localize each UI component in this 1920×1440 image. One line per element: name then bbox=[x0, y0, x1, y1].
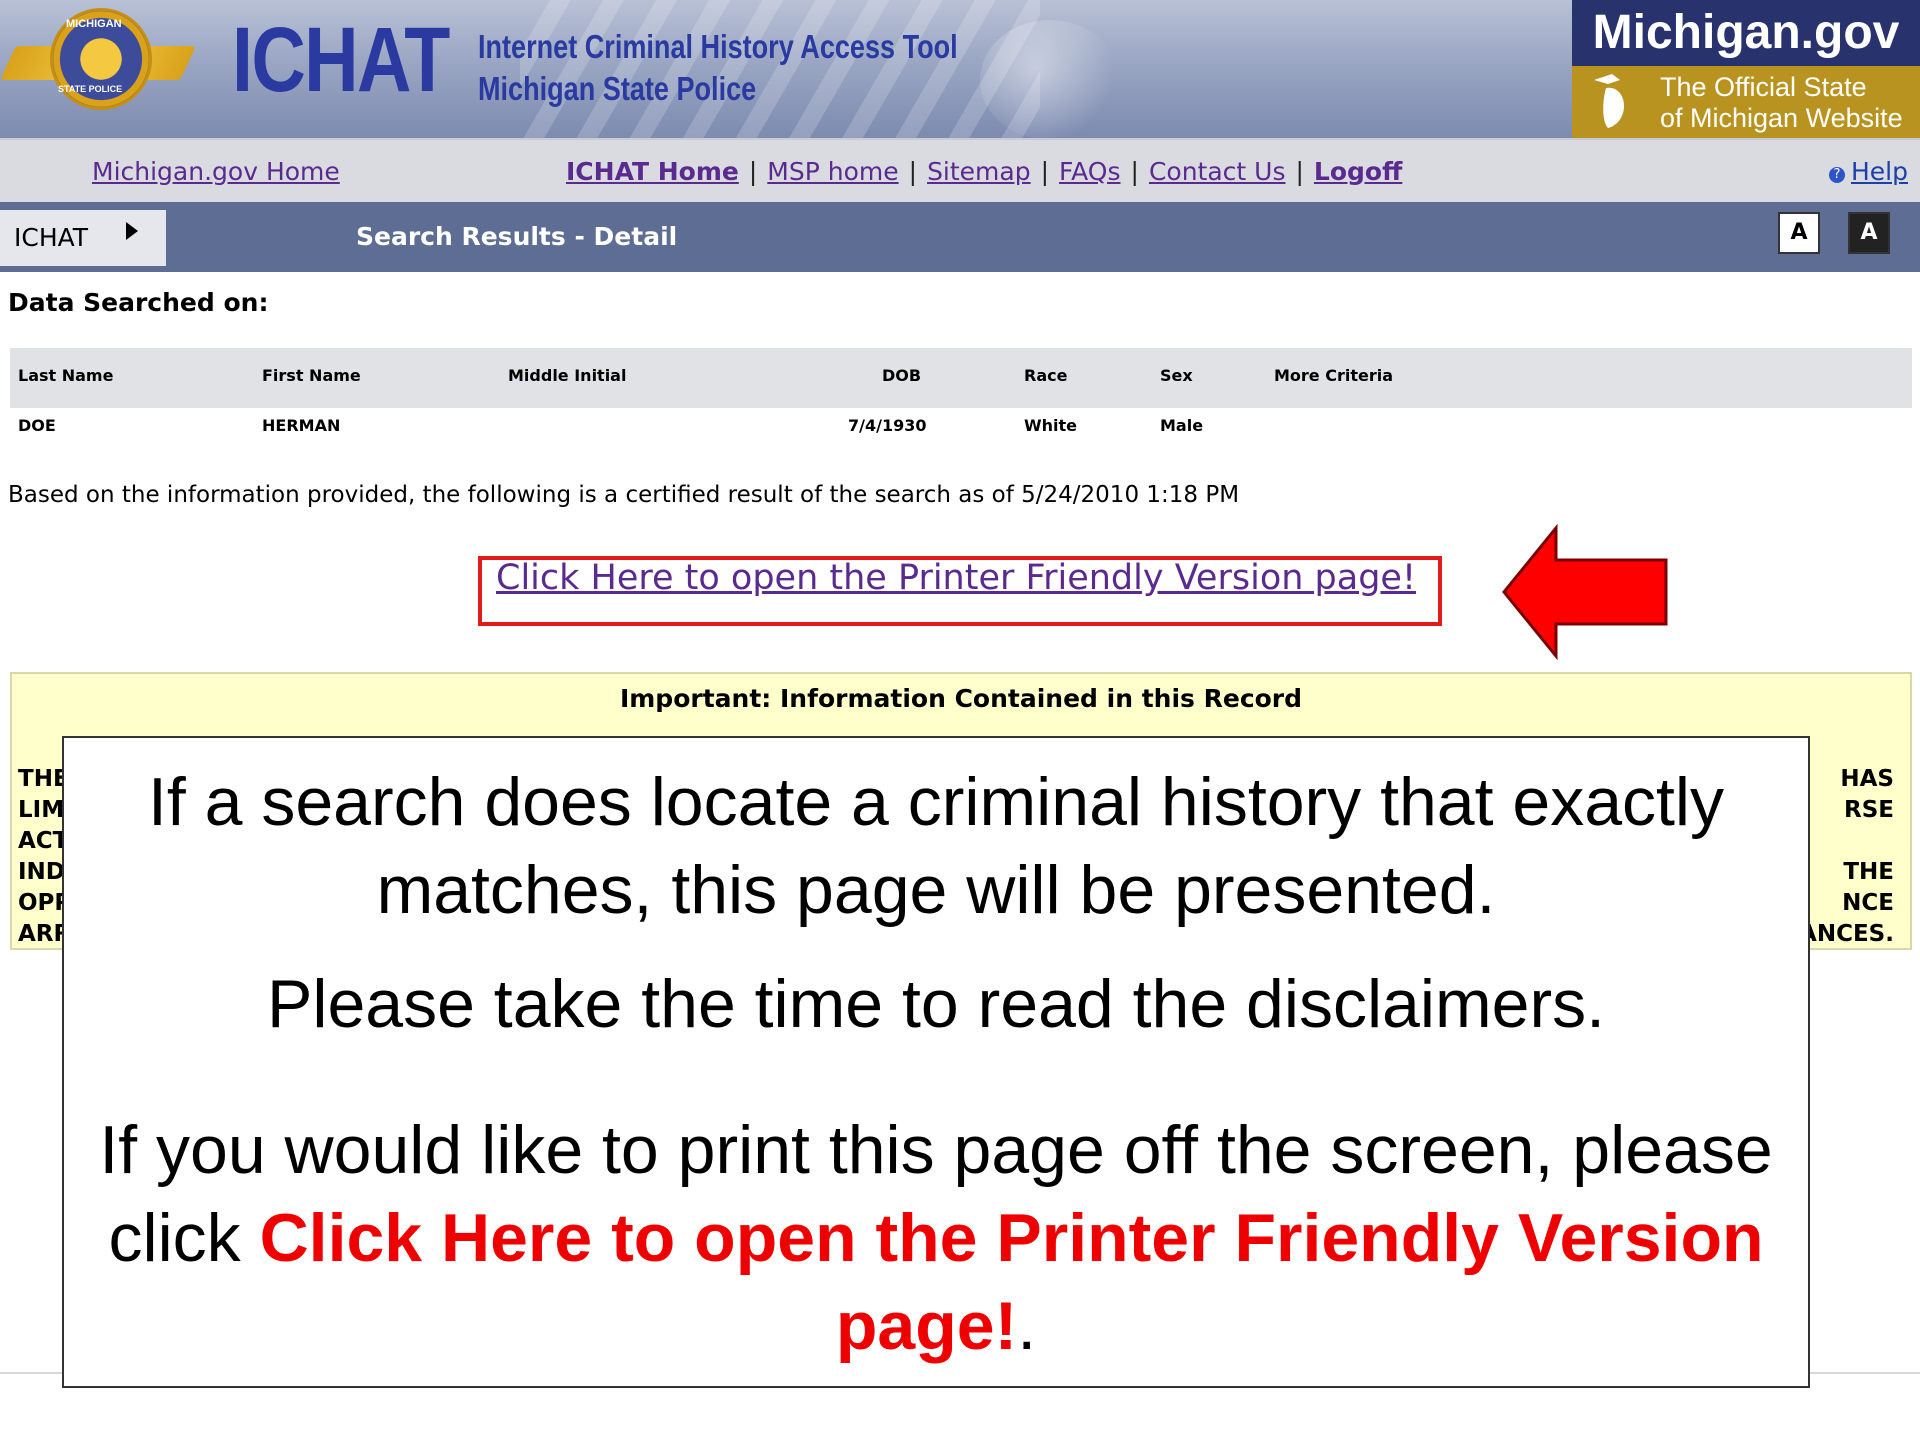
nav-link-logoff[interactable]: Logoff bbox=[1314, 157, 1402, 186]
nav-separator: | bbox=[1295, 157, 1304, 186]
value-first-name: HERMAN bbox=[262, 416, 341, 435]
notice-line: RSE bbox=[1844, 797, 1894, 823]
header-last-name: Last Name bbox=[18, 366, 114, 385]
ichat-subtitle: Internet Criminal History Access Tool Mi… bbox=[478, 26, 958, 110]
header-banner: MICHIGAN STATE POLICE ICHAT Internet Cri… bbox=[0, 0, 1920, 138]
header-sex: Sex bbox=[1160, 366, 1193, 385]
notice-line: HAS bbox=[1840, 766, 1894, 792]
seal-top-text: MICHIGAN bbox=[66, 18, 122, 30]
notice-text-right: HAS RSE THE NCE ANCES. bbox=[1799, 764, 1894, 950]
top-navigation: Michigan.gov Home ICHAT Home | MSP home | Si… bbox=[0, 138, 1920, 204]
callout-paragraph-2: Please take the time to read the disclai… bbox=[267, 966, 1605, 1042]
font-size-normal-button[interactable]: A bbox=[1778, 212, 1820, 254]
nav-link-contact-us[interactable]: Contact Us bbox=[1149, 157, 1286, 186]
breadcrumb-label: ICHAT bbox=[14, 223, 89, 252]
nav-separator: | bbox=[748, 157, 758, 186]
nav-separator: | bbox=[1040, 157, 1050, 186]
font-size-large-button[interactable]: A bbox=[1848, 212, 1890, 254]
michigan-state-icon bbox=[1594, 74, 1624, 128]
important-notice-title: Important: Information Contained in this… bbox=[619, 684, 1303, 713]
value-dob: 7/4/1930 bbox=[848, 416, 927, 435]
printer-link-highlight-box bbox=[478, 556, 1442, 626]
value-sex: Male bbox=[1160, 416, 1204, 435]
help-link[interactable]: ? Help bbox=[1829, 157, 1908, 186]
instruction-callout: If a search does locate a criminal histo… bbox=[62, 736, 1810, 1388]
notice-line bbox=[1799, 826, 1894, 857]
nav-separator: | bbox=[908, 157, 918, 186]
header-first-name: First Name bbox=[262, 366, 361, 385]
data-searched-heading: Data Searched on: bbox=[8, 288, 269, 317]
certified-result-text: Based on the information provided, the f… bbox=[8, 482, 1240, 508]
michigan-gov-home-link[interactable]: Michigan.gov Home bbox=[92, 157, 340, 186]
seal-bottom-text: STATE POLICE bbox=[58, 84, 123, 94]
notice-line: THE bbox=[1843, 859, 1894, 885]
tagline-line-1: The Official State bbox=[1660, 72, 1867, 102]
nav-links: ICHAT Home | MSP home | Sitemap | FAQs | Contact… bbox=[566, 157, 1402, 186]
subtitle-line-1: Internet Criminal History Access Tool bbox=[478, 28, 958, 65]
breadcrumb-arrow-icon bbox=[126, 222, 138, 240]
michigan-gov-tagline-box: The Official State of Michigan Website bbox=[1572, 66, 1920, 138]
header-race: Race bbox=[1024, 366, 1068, 385]
callout-paragraph-1: If a search does locate a criminal histo… bbox=[147, 764, 1725, 928]
breadcrumb-bar: ICHAT Search Results - Detail bbox=[0, 202, 1920, 272]
header-middle-initial: Middle Initial bbox=[508, 366, 627, 385]
callout-printer-link-text: Click Here to open the Printer Friendly … bbox=[259, 1200, 1764, 1364]
page-title: Search Results - Detail bbox=[356, 222, 678, 251]
value-race: White bbox=[1024, 416, 1078, 435]
callout-paragraph-3: If you would like to print this page off… bbox=[64, 1106, 1808, 1370]
subtitle-line-2: Michigan State Police bbox=[478, 70, 757, 107]
tagline-line-2: of Michigan Website bbox=[1660, 103, 1903, 133]
header-dob: DOB bbox=[882, 366, 922, 385]
ichat-logo: ICHAT bbox=[232, 9, 450, 111]
notice-line: NCE bbox=[1842, 890, 1894, 916]
nav-link-msp-home[interactable]: MSP home bbox=[767, 157, 898, 186]
nav-separator: | bbox=[1130, 157, 1139, 186]
nav-link-ichat-home[interactable]: ICHAT Home bbox=[566, 157, 739, 186]
help-label: Help bbox=[1851, 157, 1908, 186]
callout-p3-end: . bbox=[1017, 1288, 1037, 1364]
michigan-gov-badge[interactable]: Michigan.gov The Official State of Michi… bbox=[1572, 0, 1920, 138]
michigan-gov-title: Michigan.gov bbox=[1572, 0, 1920, 66]
banner-decoration-mouse bbox=[980, 20, 1120, 138]
michigan-gov-tagline: The Official State of Michigan Website bbox=[1660, 72, 1903, 134]
notice-line: ANCES. bbox=[1799, 921, 1894, 947]
nav-link-sitemap[interactable]: Sitemap bbox=[927, 157, 1031, 186]
value-last-name: DOE bbox=[18, 416, 56, 435]
breadcrumb-ichat-tab[interactable]: ICHAT bbox=[0, 210, 166, 266]
red-arrow-icon bbox=[1502, 524, 1668, 660]
header-more-criteria: More Criteria bbox=[1274, 366, 1394, 385]
help-icon: ? bbox=[1829, 167, 1845, 183]
nav-link-faqs[interactable]: FAQs bbox=[1059, 157, 1120, 186]
